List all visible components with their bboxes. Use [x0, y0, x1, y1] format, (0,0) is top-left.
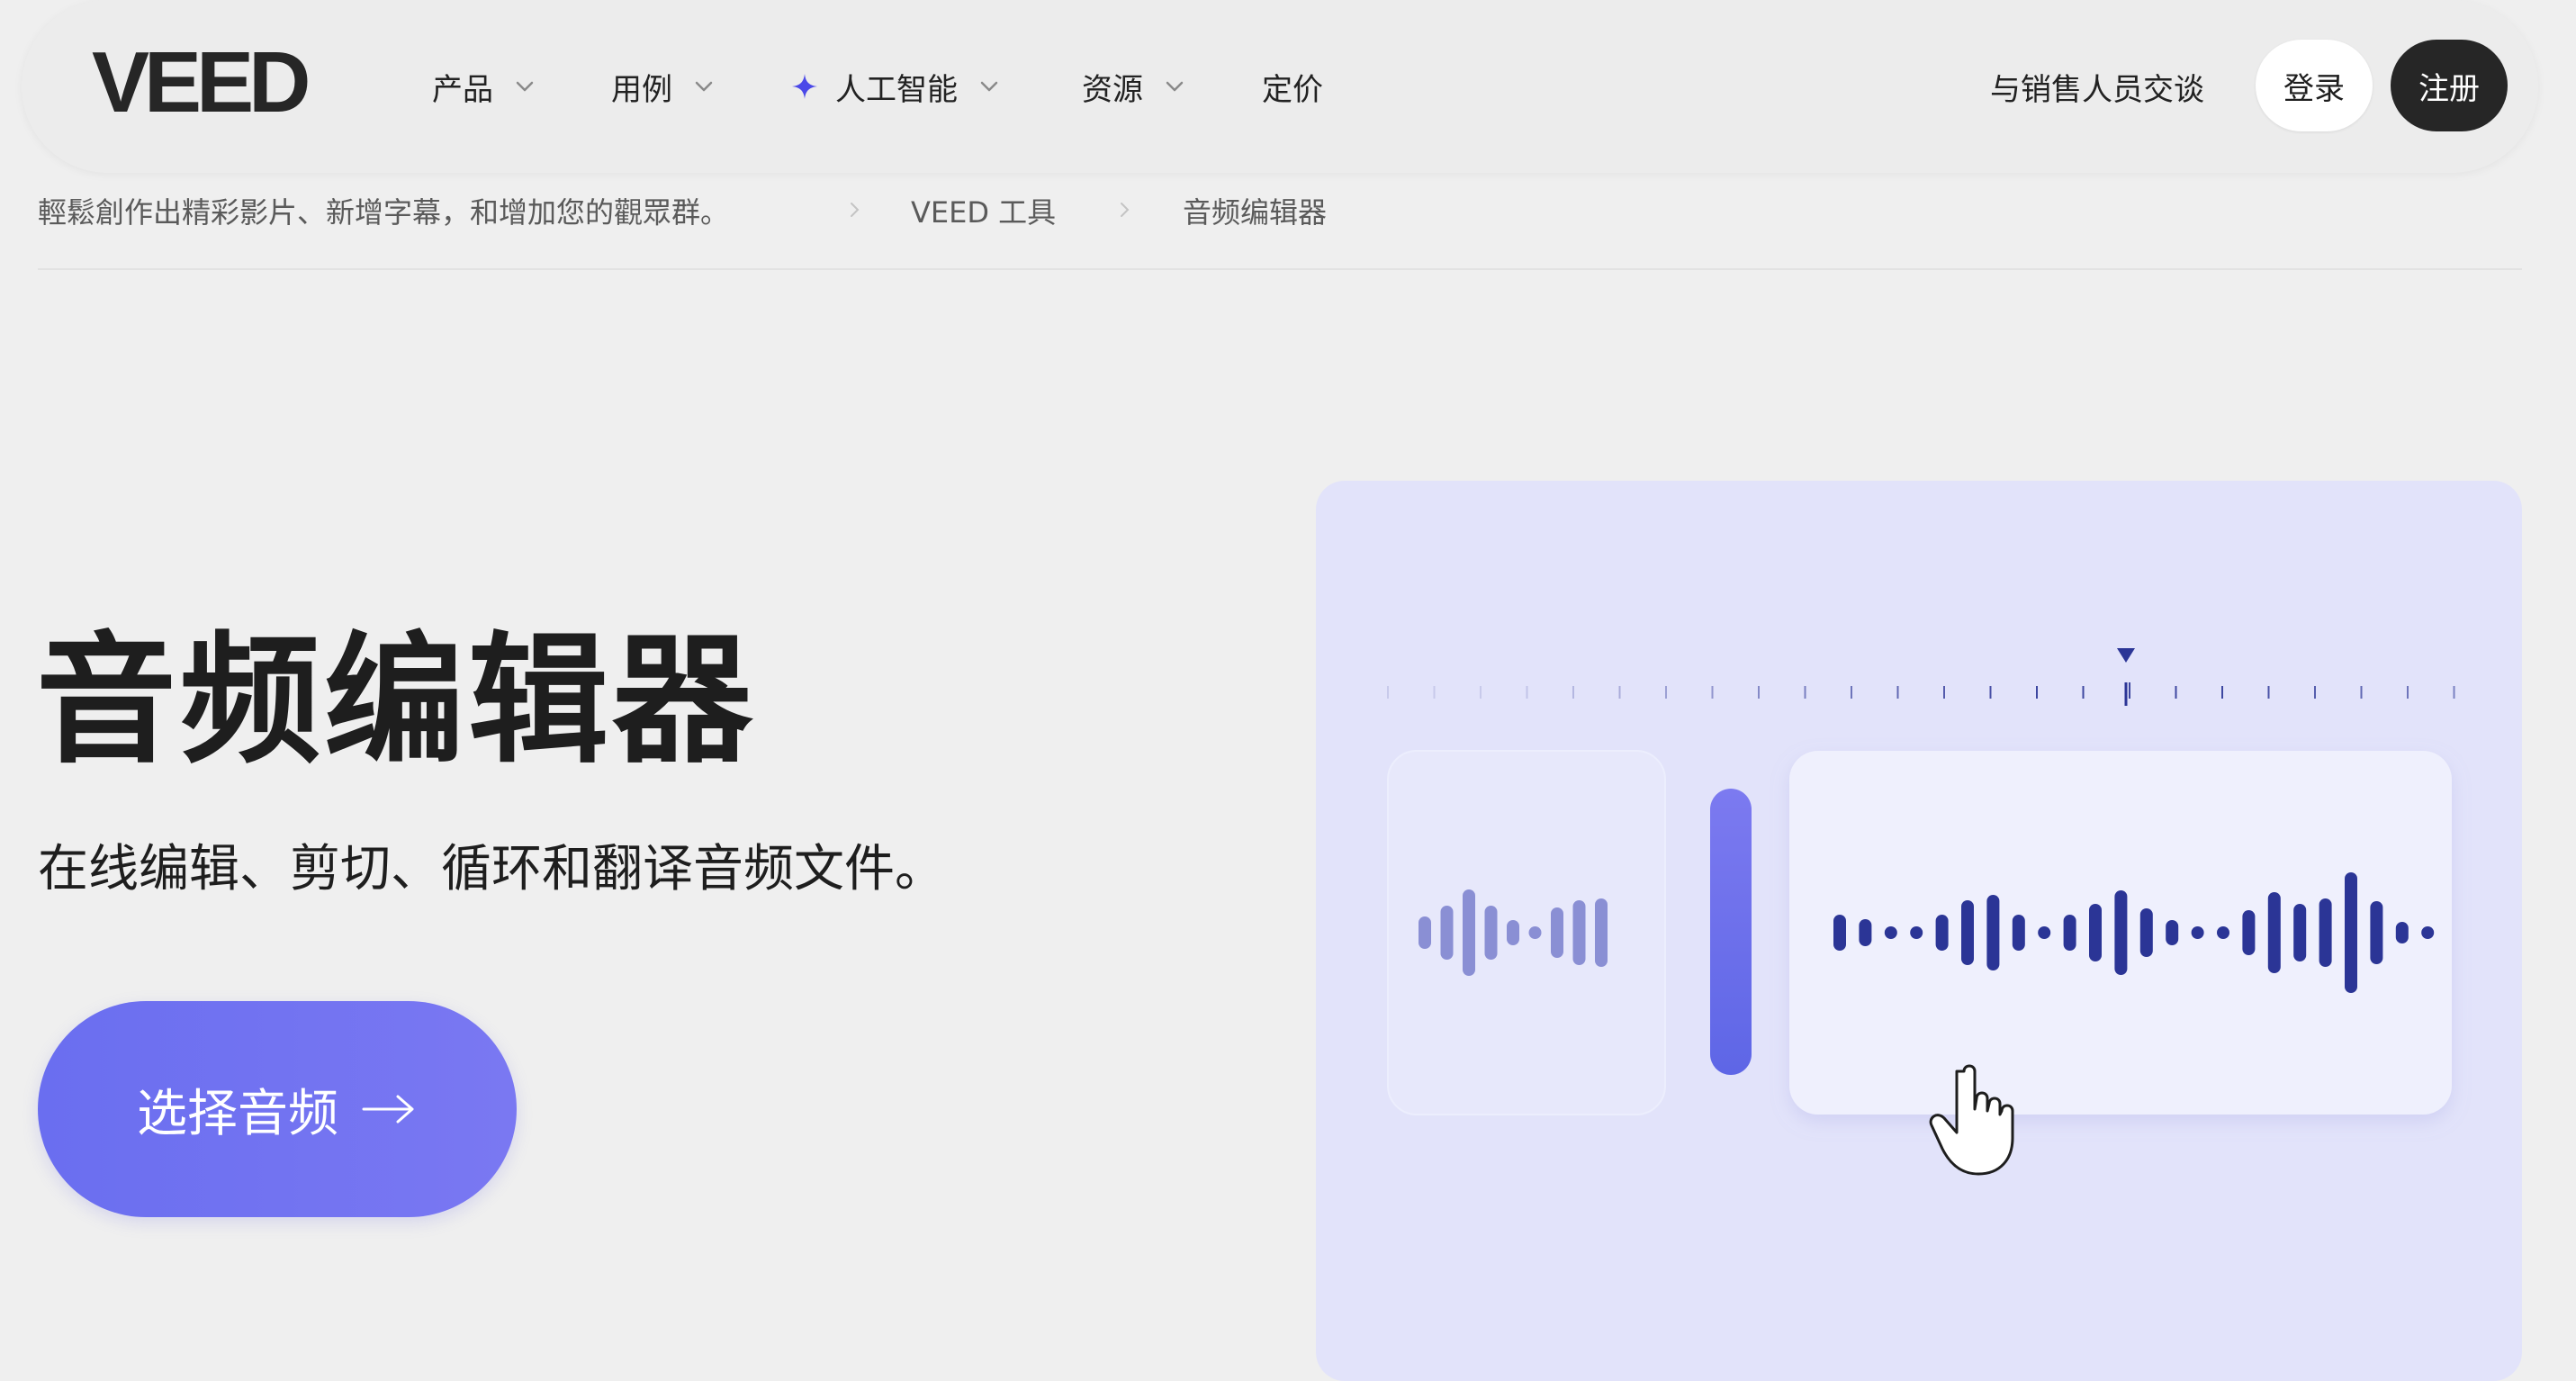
- breadcrumb-item-home[interactable]: 輕鬆創作出精彩影片、新增字幕，和增加您的觀眾群。: [38, 189, 729, 232]
- waveform-bar: [2370, 901, 2383, 964]
- veed-logo-mark: VEED: [92, 43, 313, 122]
- waveform-bar: [2166, 920, 2179, 945]
- waveform-bar: [2063, 915, 2076, 951]
- illustration-canvas: [1387, 648, 2455, 1176]
- nav-item-label: 人工智能: [835, 71, 958, 108]
- waveform-bar: [2139, 908, 2153, 957]
- chevron-down-icon: [513, 75, 536, 98]
- waveform-bar: [1961, 900, 1974, 965]
- waveform-bar: [2267, 892, 2281, 973]
- veed-logo-text: VEED: [92, 43, 308, 122]
- audio-editor-illustration: [1316, 481, 2522, 1381]
- waveform-bar: [2242, 910, 2256, 955]
- waveform-bar: [1859, 919, 1872, 946]
- sparkle-icon: [790, 72, 819, 101]
- nav-item-use-cases[interactable]: 用例: [611, 61, 716, 112]
- waveform-dot: [1884, 926, 1897, 939]
- nav-item-pricing[interactable]: 定价: [1262, 61, 1323, 112]
- waveform-bar: [2012, 915, 2025, 951]
- chevron-down-icon: [1163, 75, 1186, 98]
- login-button[interactable]: 登录: [2256, 40, 2373, 131]
- choose-audio-button[interactable]: 选择音频: [38, 1001, 517, 1217]
- breadcrumb-divider: [38, 268, 2522, 270]
- waveform-bar: [1419, 916, 1431, 949]
- waveform-bar: [2293, 904, 2307, 961]
- waveform-bar: [1572, 900, 1586, 965]
- waveform-bar: [1440, 906, 1454, 960]
- chevron-down-icon: [977, 75, 1001, 98]
- nav-item-label: 产品: [432, 71, 493, 108]
- talk-to-sales-link[interactable]: 与销售人员交谈: [1990, 61, 2204, 112]
- waveform-bar: [2345, 872, 2357, 993]
- nav-item-label: 定价: [1262, 71, 1323, 108]
- waveform-bar: [2319, 898, 2332, 967]
- split-handle[interactable]: [1710, 789, 1752, 1075]
- waveform-bar: [1463, 889, 1475, 976]
- waveform-bar: [1507, 920, 1519, 945]
- arrow-right-icon: [360, 1091, 418, 1127]
- breadcrumb-item-tools[interactable]: VEED 工具: [911, 189, 1056, 232]
- breadcrumb-item-current: 音频编辑器: [1183, 195, 1328, 230]
- waveform-bar: [1595, 898, 1608, 967]
- page-title: 音频编辑器: [36, 618, 756, 782]
- chevron-down-icon: [692, 75, 716, 98]
- waveform-bar: [2395, 922, 2409, 943]
- nav-item-ai[interactable]: 人工智能: [790, 61, 1001, 112]
- choose-audio-label: 选择音频: [137, 1084, 338, 1143]
- nav-item-label: 资源: [1082, 71, 1143, 108]
- signup-button[interactable]: 注册: [2391, 40, 2508, 131]
- page-subtitle: 在线编辑、剪切、循环和翻译音频文件。: [38, 840, 945, 898]
- waveform-dot: [1910, 926, 1923, 939]
- chevron-right-icon: [1114, 200, 1134, 220]
- breadcrumb: 輕鬆創作出精彩影片、新增字幕，和增加您的觀眾群。 VEED 工具 音频编辑器: [38, 189, 2540, 232]
- nav-item-resources[interactable]: 资源: [1082, 61, 1186, 112]
- waveform-dot: [2191, 926, 2204, 939]
- nav-item-product[interactable]: 产品: [432, 61, 536, 112]
- top-navbar: VEED 产品 用例 人工智能 资源 定价 与销售人员交谈 登录 注册: [22, 0, 2538, 173]
- waveform-bar: [1935, 915, 1949, 951]
- waveform-dot: [1528, 926, 1542, 939]
- chevron-right-icon: [844, 200, 864, 220]
- waveform-bar: [1551, 907, 1563, 958]
- waveform-bar: [2089, 904, 2102, 961]
- waveform-dot: [2421, 926, 2435, 939]
- waveform-bar: [1484, 906, 1498, 960]
- veed-logo[interactable]: VEED: [92, 43, 319, 122]
- nav-item-label: 用例: [611, 71, 672, 108]
- playhead-marker: [2117, 648, 2135, 706]
- waveform-dot: [2217, 926, 2229, 939]
- waveform-bar: [1986, 895, 2000, 970]
- waveform-dot: [2038, 926, 2051, 939]
- waveform-bar: [2114, 890, 2128, 975]
- waveform-bar: [1833, 915, 1846, 951]
- timeline-ruler: [1387, 682, 2455, 699]
